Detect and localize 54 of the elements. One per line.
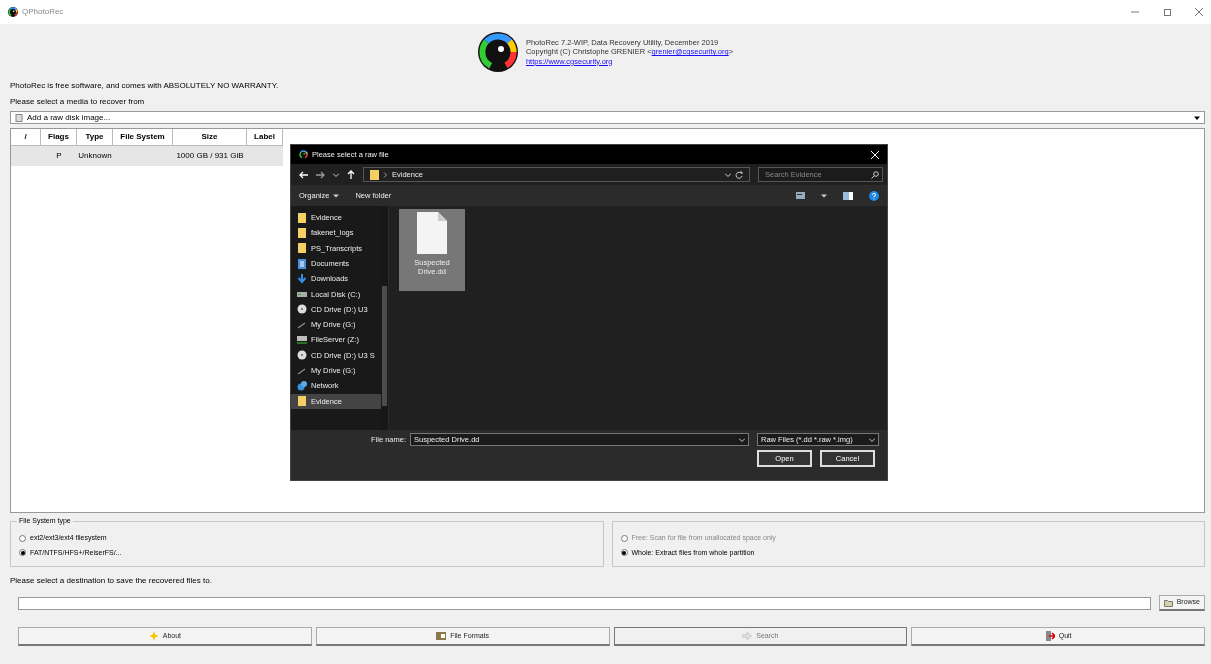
disc-icon — [297, 304, 307, 315]
dropdown-arrow-icon — [1194, 114, 1200, 121]
up-arrow-icon[interactable] — [347, 170, 355, 179]
table-row[interactable]: P Unknown 1000 GB / 931 GiB — [11, 146, 283, 166]
network-drive-icon — [297, 335, 307, 345]
network-icon — [297, 380, 307, 391]
table-cell-text: 1000 GB / 931 GiB — [175, 150, 245, 162]
folder-icon — [297, 396, 307, 407]
download-arrow-icon — [297, 273, 307, 284]
help-icon[interactable] — [869, 190, 879, 201]
caret-icon — [333, 192, 340, 199]
column-header[interactable]: Type — [77, 129, 113, 146]
column-header[interactable]: / — [11, 129, 41, 146]
app-logo-icon — [299, 150, 308, 159]
arrow-icon — [742, 631, 753, 641]
caret-icon[interactable] — [821, 192, 827, 199]
table-cell: Unknown — [77, 150, 113, 162]
preview-pane-icon[interactable] — [843, 191, 853, 200]
maximize-icon[interactable] — [1163, 8, 1171, 16]
caret-icon — [869, 436, 875, 443]
column-header[interactable]: Flags — [41, 129, 77, 146]
column-header[interactable]: Label — [247, 129, 283, 146]
file-icon — [417, 212, 447, 254]
star-icon — [148, 631, 159, 641]
chevron-icon — [383, 171, 388, 178]
disk-image-icon — [15, 113, 23, 122]
disc-icon — [297, 350, 307, 361]
caret-icon — [739, 436, 745, 443]
app-logo-icon — [8, 7, 18, 17]
refresh-icon[interactable] — [735, 170, 743, 179]
back-arrow-icon[interactable] — [299, 170, 308, 179]
view-icon[interactable] — [796, 192, 805, 199]
folder-icon — [370, 169, 379, 180]
destination-field[interactable] — [18, 596, 1151, 610]
window-title: QPhotoRec — [22, 6, 64, 18]
folder-icon — [1163, 598, 1173, 607]
forward-arrow-icon[interactable] — [316, 170, 325, 179]
prompt-text: Please select a media to recover from — [10, 96, 146, 108]
prompt-text: Please select a destination to save the recovered files to. — [10, 575, 213, 587]
folder-icon — [297, 243, 307, 254]
caret-icon[interactable] — [333, 171, 339, 178]
column-header[interactable]: Size — [173, 129, 247, 146]
hard-drive-icon — [297, 289, 307, 300]
document-icon — [297, 258, 307, 269]
folder-icon — [297, 212, 307, 223]
folder-icon — [297, 227, 307, 238]
column-header[interactable]: File System — [113, 129, 173, 146]
image-list-icon — [436, 631, 447, 641]
app-logo-icon — [477, 32, 518, 72]
caret-icon[interactable] — [725, 171, 731, 178]
table-cell-text: P — [55, 150, 63, 162]
notice-text: PhotoRec is free software, and comes with ABSOLUTELY NO WARRANTY. — [10, 80, 280, 92]
media-dropdown[interactable]: Add a raw disk image... — [10, 111, 1205, 124]
exit-door-icon — [1044, 631, 1055, 641]
